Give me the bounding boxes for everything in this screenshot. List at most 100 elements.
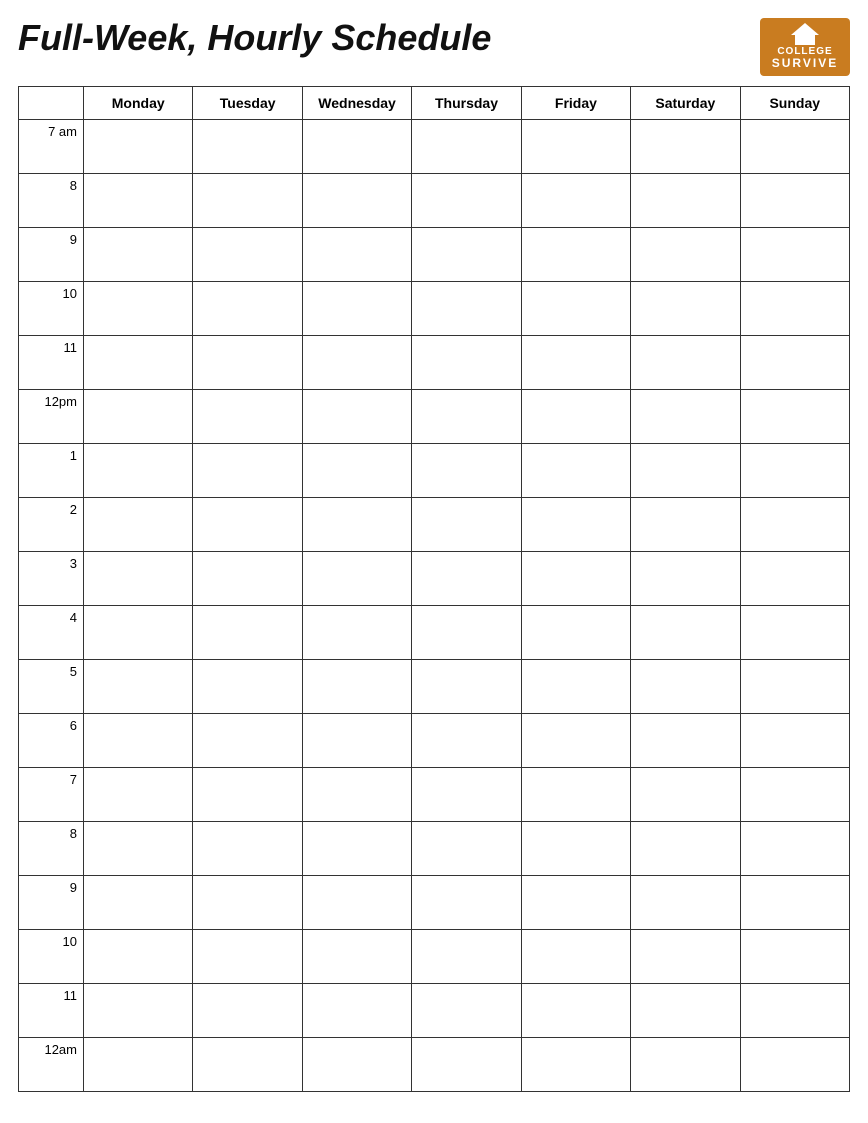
schedule-cell[interactable] xyxy=(412,552,521,606)
schedule-cell[interactable] xyxy=(193,714,302,768)
schedule-cell[interactable] xyxy=(631,984,740,1038)
schedule-cell[interactable] xyxy=(193,228,302,282)
schedule-cell[interactable] xyxy=(740,984,849,1038)
schedule-cell[interactable] xyxy=(631,390,740,444)
schedule-cell[interactable] xyxy=(412,984,521,1038)
schedule-cell[interactable] xyxy=(84,984,193,1038)
schedule-cell[interactable] xyxy=(84,876,193,930)
schedule-cell[interactable] xyxy=(302,930,411,984)
schedule-cell[interactable] xyxy=(521,282,630,336)
schedule-cell[interactable] xyxy=(412,174,521,228)
schedule-cell[interactable] xyxy=(302,876,411,930)
schedule-cell[interactable] xyxy=(521,336,630,390)
schedule-cell[interactable] xyxy=(740,660,849,714)
schedule-cell[interactable] xyxy=(521,768,630,822)
schedule-cell[interactable] xyxy=(740,876,849,930)
schedule-cell[interactable] xyxy=(631,174,740,228)
schedule-cell[interactable] xyxy=(740,552,849,606)
schedule-cell[interactable] xyxy=(631,876,740,930)
schedule-cell[interactable] xyxy=(84,174,193,228)
schedule-cell[interactable] xyxy=(521,228,630,282)
schedule-cell[interactable] xyxy=(193,444,302,498)
schedule-cell[interactable] xyxy=(84,606,193,660)
schedule-cell[interactable] xyxy=(412,498,521,552)
schedule-cell[interactable] xyxy=(412,336,521,390)
schedule-cell[interactable] xyxy=(193,120,302,174)
schedule-cell[interactable] xyxy=(193,930,302,984)
schedule-cell[interactable] xyxy=(521,444,630,498)
schedule-cell[interactable] xyxy=(740,336,849,390)
schedule-cell[interactable] xyxy=(302,552,411,606)
schedule-cell[interactable] xyxy=(521,174,630,228)
schedule-cell[interactable] xyxy=(84,120,193,174)
schedule-cell[interactable] xyxy=(631,336,740,390)
schedule-cell[interactable] xyxy=(193,282,302,336)
schedule-cell[interactable] xyxy=(740,822,849,876)
schedule-cell[interactable] xyxy=(302,282,411,336)
schedule-cell[interactable] xyxy=(84,660,193,714)
schedule-cell[interactable] xyxy=(302,174,411,228)
schedule-cell[interactable] xyxy=(740,390,849,444)
schedule-cell[interactable] xyxy=(740,768,849,822)
schedule-cell[interactable] xyxy=(631,822,740,876)
schedule-cell[interactable] xyxy=(193,1038,302,1092)
schedule-cell[interactable] xyxy=(84,930,193,984)
schedule-cell[interactable] xyxy=(193,768,302,822)
schedule-cell[interactable] xyxy=(740,120,849,174)
schedule-cell[interactable] xyxy=(521,1038,630,1092)
schedule-cell[interactable] xyxy=(740,498,849,552)
schedule-cell[interactable] xyxy=(740,930,849,984)
schedule-cell[interactable] xyxy=(302,768,411,822)
schedule-cell[interactable] xyxy=(631,120,740,174)
schedule-cell[interactable] xyxy=(412,930,521,984)
schedule-cell[interactable] xyxy=(412,714,521,768)
schedule-cell[interactable] xyxy=(412,444,521,498)
schedule-cell[interactable] xyxy=(193,498,302,552)
schedule-cell[interactable] xyxy=(84,228,193,282)
schedule-cell[interactable] xyxy=(84,714,193,768)
schedule-cell[interactable] xyxy=(631,660,740,714)
schedule-cell[interactable] xyxy=(84,444,193,498)
schedule-cell[interactable] xyxy=(740,1038,849,1092)
schedule-cell[interactable] xyxy=(84,336,193,390)
schedule-cell[interactable] xyxy=(412,282,521,336)
schedule-cell[interactable] xyxy=(521,822,630,876)
schedule-cell[interactable] xyxy=(412,660,521,714)
schedule-cell[interactable] xyxy=(193,606,302,660)
schedule-cell[interactable] xyxy=(84,768,193,822)
schedule-cell[interactable] xyxy=(193,984,302,1038)
schedule-cell[interactable] xyxy=(302,606,411,660)
schedule-cell[interactable] xyxy=(521,498,630,552)
schedule-cell[interactable] xyxy=(193,174,302,228)
schedule-cell[interactable] xyxy=(740,282,849,336)
schedule-cell[interactable] xyxy=(521,984,630,1038)
schedule-cell[interactable] xyxy=(302,390,411,444)
schedule-cell[interactable] xyxy=(631,228,740,282)
schedule-cell[interactable] xyxy=(521,606,630,660)
schedule-cell[interactable] xyxy=(521,876,630,930)
schedule-cell[interactable] xyxy=(412,768,521,822)
schedule-cell[interactable] xyxy=(193,876,302,930)
schedule-cell[interactable] xyxy=(302,444,411,498)
schedule-cell[interactable] xyxy=(631,498,740,552)
schedule-cell[interactable] xyxy=(302,1038,411,1092)
schedule-cell[interactable] xyxy=(412,876,521,930)
schedule-cell[interactable] xyxy=(521,930,630,984)
schedule-cell[interactable] xyxy=(302,228,411,282)
schedule-cell[interactable] xyxy=(412,822,521,876)
schedule-cell[interactable] xyxy=(521,120,630,174)
schedule-cell[interactable] xyxy=(193,822,302,876)
schedule-cell[interactable] xyxy=(84,282,193,336)
schedule-cell[interactable] xyxy=(412,606,521,660)
schedule-cell[interactable] xyxy=(412,228,521,282)
schedule-cell[interactable] xyxy=(740,228,849,282)
schedule-cell[interactable] xyxy=(521,660,630,714)
schedule-cell[interactable] xyxy=(84,1038,193,1092)
schedule-cell[interactable] xyxy=(302,984,411,1038)
schedule-cell[interactable] xyxy=(740,174,849,228)
schedule-cell[interactable] xyxy=(193,336,302,390)
schedule-cell[interactable] xyxy=(193,390,302,444)
schedule-cell[interactable] xyxy=(631,930,740,984)
schedule-cell[interactable] xyxy=(631,282,740,336)
schedule-cell[interactable] xyxy=(302,120,411,174)
